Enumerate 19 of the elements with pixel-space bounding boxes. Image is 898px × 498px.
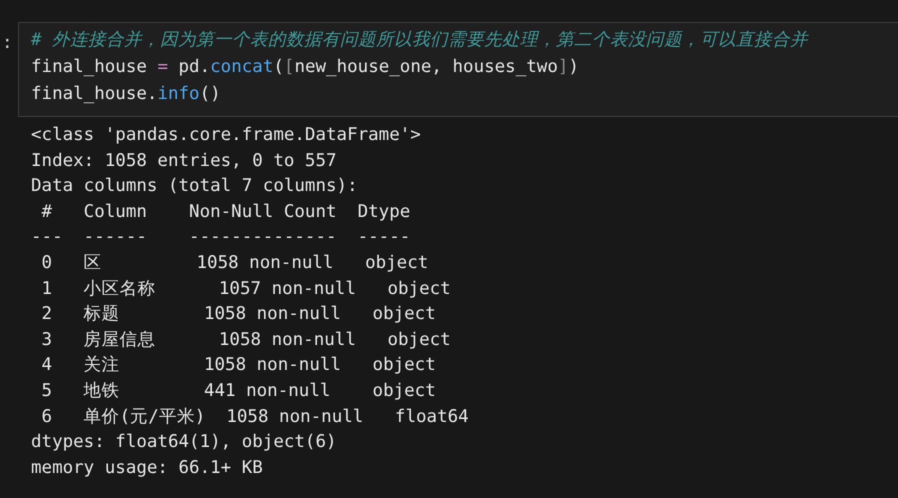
output-line: --- ------ -------------- -----	[31, 226, 410, 250]
output-line: 1 小区名称 1057 non-null object	[40, 278, 451, 301]
output-line: 2 标题 1058 non-null object	[40, 303, 436, 326]
output-line: Data columns (total 7 columns):	[31, 175, 358, 198]
code-comment: # 外连接合并，因为第一个表的数据有问题所以我们需要先处理，第二个表没问题，可以直接合并	[31, 29, 810, 52]
output-line: dtypes: float64(1), object(6)	[31, 431, 337, 454]
output-line: Index: 1058 entries, 0 to 557	[31, 150, 337, 173]
output-line: 6 单价(元/平米) 1058 non-null float64	[40, 406, 469, 429]
code-editor[interactable]: # 外连接合并，因为第一个表的数据有问题所以我们需要先处理，第二个表没问题，可以直接合并 final_house = pd.concat([new_house_one, houses_two]) final_house.info()	[18, 22, 898, 117]
code-line: final_house = pd.concat([new_house_one, houses_two])	[31, 56, 580, 79]
output-line: 4 关注 1058 non-null object	[40, 354, 436, 378]
output-line: <class 'pandas.core.frame.DataFrame'>	[31, 124, 421, 147]
cell-prompt: :	[1, 32, 14, 55]
output-line: 5 地铁 441 non-null object	[40, 380, 436, 403]
output-line: # Column Non-Null Count Dtype	[40, 200, 410, 224]
output-line: 3 房屋信息 1058 non-null object	[40, 328, 451, 352]
code-line: final_house.info()	[31, 83, 222, 106]
output-line: 0 区 1058 non-null object	[40, 252, 428, 275]
output-line: memory usage: 66.1+ KB	[31, 456, 263, 480]
